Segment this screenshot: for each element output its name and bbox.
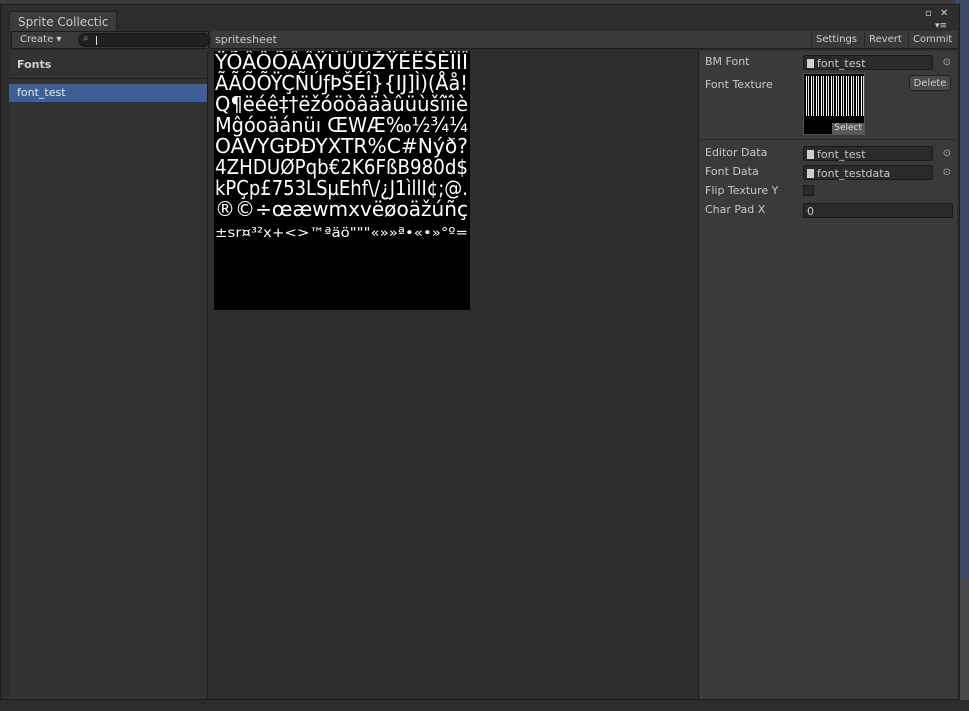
flip-texture-y-label: Flip Texture Y [705, 184, 779, 197]
fonts-list-panel: Fonts font_test [9, 51, 208, 699]
font-data-field[interactable]: font_testdata [803, 165, 933, 180]
char-pad-x-input[interactable]: 0 [803, 203, 953, 218]
char-pad-x-label: Char Pad X [705, 203, 766, 216]
left-toolbar: Create ▾ ⌕ [11, 31, 210, 49]
file-icon [807, 169, 814, 178]
bm-font-picker-icon[interactable]: ⊙ [943, 57, 951, 69]
window-menu-icon[interactable]: ▾≡ [935, 21, 947, 31]
section-title: spritesheet [215, 33, 277, 46]
select-texture-button[interactable]: Select [832, 123, 864, 134]
bm-font-value: font_test [817, 57, 866, 70]
font-atlas-image: ŸÕÂÔÕÂÂŸÜÛÜŽŸÉËŠÈÏÌÎÃÃÕÕŸÇÑÚƒÞŠÉÎ}{Ĳ]Ì)(… [214, 51, 468, 241]
font-data-picker-icon[interactable]: ⊙ [943, 167, 951, 179]
font-texture-label: Font Texture [705, 78, 773, 91]
properties-panel: BM Font font_test ⊙ Font Texture Select … [698, 51, 957, 699]
font-data-label: Font Data [705, 165, 759, 178]
editor-data-label: Editor Data [705, 146, 768, 159]
glyph-row: ®©÷œæwmxvëøoäžúñç [215, 197, 468, 221]
texture-preview-panel: ŸÕÂÔÕÂÂŸÜÛÜŽŸÉËŠÈÏÌÎ ÃÃÕÕŸÇÑÚƒÞŠÉÎ}{Ĳ]Ì)(… [208, 51, 696, 699]
file-icon [807, 150, 814, 159]
maximize-icon[interactable]: ▫ [925, 9, 932, 19]
divider [699, 139, 957, 140]
editor-data-picker-icon[interactable]: ⊙ [943, 148, 951, 160]
search-input[interactable]: ⌕ [78, 33, 210, 47]
desktop-background-bottom [0, 700, 969, 711]
toolbar: Create ▾ ⌕ spritesheet Settings Revert C… [7, 31, 957, 49]
font-texture-thumbnail[interactable]: Select [803, 73, 865, 135]
fonts-list-header: Fonts [9, 51, 207, 79]
text-caret [96, 36, 97, 45]
font-texture-preview: ŸÕÂÔÕÂÂŸÜÛÜŽŸÉËŠÈÏÌÎ ÃÃÕÕŸÇÑÚƒÞŠÉÎ}{Ĳ]Ì)(… [214, 51, 470, 310]
bm-font-field[interactable]: font_test [803, 55, 933, 70]
search-icon: ⌕ [83, 33, 89, 44]
close-icon[interactable]: ✕ [940, 9, 948, 19]
texture-thumbnail-image [806, 76, 864, 116]
flip-texture-y-checkbox[interactable] [803, 185, 814, 196]
editor-data-field[interactable]: font_test [803, 146, 933, 161]
revert-button[interactable]: Revert [864, 33, 906, 47]
delete-button[interactable]: Delete [909, 75, 951, 91]
settings-button[interactable]: Settings [811, 33, 861, 47]
right-toolbar: spritesheet Settings Revert Commit [211, 31, 957, 49]
file-icon [807, 59, 814, 68]
font-data-value: font_testdata [817, 167, 891, 180]
sprite-collection-window: Sprite Collectic ▫ ✕ ▾≡ Create ▾ ⌕ sprit… [0, 4, 960, 700]
bm-font-label: BM Font [705, 55, 750, 68]
commit-button[interactable]: Commit [908, 33, 956, 47]
window-tab[interactable]: Sprite Collectic [9, 11, 118, 32]
editor-data-value: font_test [817, 148, 866, 161]
list-item-font-test[interactable]: font_test [9, 84, 207, 102]
glyph-row: ±sr¤³²x+<>™ªäö"""«»»ª•«•»°º= [215, 226, 468, 241]
create-dropdown-button[interactable]: Create ▾ [14, 33, 67, 47]
